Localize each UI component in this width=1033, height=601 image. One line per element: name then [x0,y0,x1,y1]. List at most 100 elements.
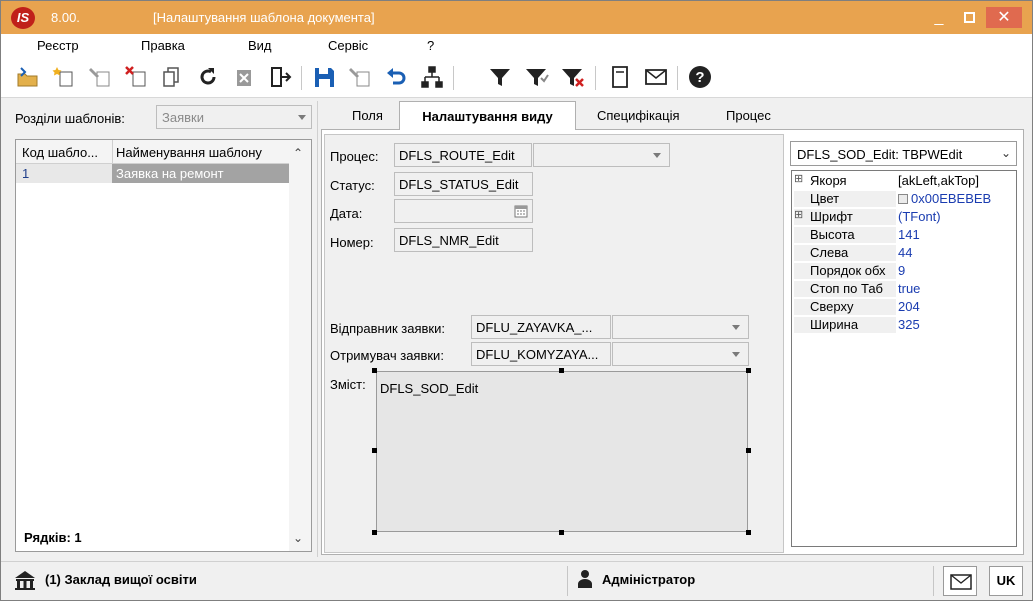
status-field[interactable]: DFLS_STATUS_Edit [394,172,533,196]
resize-handle[interactable] [372,448,377,453]
menu-edit[interactable]: Правка [141,38,185,53]
property-value-text: [akLeft,akTop] [898,173,979,188]
property-row[interactable]: Ширина 325 [792,315,1016,333]
resize-handle[interactable] [372,368,377,373]
column-code[interactable]: Код шабло... [22,145,98,160]
title-bar[interactable]: IS 8.00. [Налаштування шаблона документа… [1,1,1032,34]
property-value-text: 141 [898,227,920,242]
number-field[interactable]: DFLS_NMR_Edit [394,228,533,252]
document-icon[interactable] [607,64,633,90]
app-window: IS 8.00. [Налаштування шаблона документа… [0,0,1033,601]
property-row[interactable]: Высота 141 [792,225,1016,243]
property-value[interactable]: 141 [898,227,920,242]
process-field[interactable]: DFLS_ROUTE_Edit [394,143,532,167]
property-name: Порядок обх [794,263,896,279]
tab-fields[interactable]: Поля [352,108,383,123]
sections-combo[interactable]: Заявки [156,105,312,129]
sender-dropdown[interactable] [612,315,749,339]
menu-bar: Реєстр Правка Вид Сервіс ? [1,34,1032,58]
filter-icon[interactable] [487,64,513,90]
property-row[interactable]: Цвет 0x00EBEBEB [792,189,1016,207]
open-folder-icon[interactable] [15,64,41,90]
mail-icon[interactable] [643,64,669,90]
new-item-icon[interactable] [51,64,77,90]
property-row[interactable]: Сверху 204 [792,297,1016,315]
property-value[interactable]: 204 [898,299,920,314]
resize-handle[interactable] [746,368,751,373]
property-row[interactable]: Слева 44 [792,243,1016,261]
copy-icon[interactable] [159,64,185,90]
chevron-down-icon [298,115,306,120]
property-inspector[interactable]: Якоря ⊞ [akLeft,akTop] Цвет 0x00EBEBEB Шрифт ⊞… [791,170,1017,547]
receiver-field[interactable]: DFLU_KOMYZAYA... [471,342,611,366]
menu-view[interactable]: Вид [248,38,272,53]
column-name[interactable]: Найменування шаблону [116,145,262,160]
expand-icon[interactable]: ⊞ [794,208,803,221]
clear-icon[interactable] [231,64,257,90]
property-row[interactable]: Шрифт ⊞ (TFont) [792,207,1016,225]
content-label: Зміст: [330,377,366,392]
undo-icon[interactable] [383,64,409,90]
resize-handle[interactable] [372,530,377,535]
property-value[interactable]: 0x00EBEBEB [898,191,991,206]
resize-handle[interactable] [559,530,564,535]
tab-specification[interactable]: Специфікація [597,108,680,123]
content-memo[interactable]: DFLS_SOD_Edit [376,371,748,532]
process-dropdown[interactable] [533,143,670,167]
sender-field[interactable]: DFLU_ZAYAVKA_... [471,315,611,339]
table-row[interactable]: 1 Заявка на ремонт [16,164,289,183]
column-divider[interactable] [112,140,113,164]
tree-icon[interactable] [419,64,445,90]
property-row[interactable]: Якоря ⊞ [akLeft,akTop] [792,171,1016,189]
exit-icon[interactable] [267,64,293,90]
templates-grid[interactable]: Код шабло... Найменування шаблону 1 Заяв… [15,139,312,552]
vertical-scrollbar[interactable]: ⌃ ⌄ [289,140,311,551]
resize-handle[interactable] [559,368,564,373]
resize-handle[interactable] [746,448,751,453]
filter-set-icon[interactable] [523,64,549,90]
panel-splitter[interactable] [317,101,318,557]
cell-code[interactable]: 1 [16,164,112,183]
date-field[interactable] [394,199,533,223]
menu-help[interactable]: ? [427,38,434,53]
edit-icon[interactable] [347,64,373,90]
status-bar: (1) Заклад вищої освіти Адміністратор UK [1,561,1032,600]
edit-item-icon[interactable] [87,64,113,90]
property-row[interactable]: Порядок обх 9 [792,261,1016,279]
menu-service[interactable]: Сервіс [328,38,368,53]
save-icon[interactable] [311,64,337,90]
calendar-icon[interactable] [514,204,528,218]
refresh-icon[interactable] [195,64,221,90]
delete-item-icon[interactable] [123,64,149,90]
property-name: Сверху [794,299,896,315]
resize-handle[interactable] [746,530,751,535]
scroll-up-icon[interactable]: ⌃ [293,146,303,160]
maximize-button[interactable] [956,7,982,28]
app-logo: IS [11,7,35,29]
grid-header: Код шабло... Найменування шаблону [16,140,289,164]
scroll-down-icon[interactable]: ⌄ [293,531,303,545]
help-icon[interactable]: ? [687,64,713,90]
filter-clear-icon[interactable] [559,64,585,90]
property-value[interactable]: 44 [898,245,912,260]
toolbar-separator [301,66,302,90]
minimize-button[interactable]: _ [926,7,952,28]
language-button[interactable]: UK [989,566,1023,596]
property-value[interactable]: [akLeft,akTop] [898,173,979,188]
expand-icon[interactable]: ⊞ [794,172,803,185]
component-name: DFLS_SOD_Edit: TBPWEdit [797,147,963,162]
property-value[interactable]: 9 [898,263,905,278]
date-label: Дата: [330,206,363,221]
menu-registry[interactable]: Реєстр [37,38,79,53]
property-row[interactable]: Стоп по Таб true [792,279,1016,297]
close-button[interactable]: ✕ [986,7,1022,28]
property-value[interactable]: true [898,281,920,296]
tab-view-settings[interactable]: Налаштування виду [399,101,576,130]
cell-name[interactable]: Заявка на ремонт [112,164,289,183]
receiver-dropdown[interactable] [612,342,749,366]
property-value[interactable]: (TFont) [898,209,941,224]
component-selector[interactable]: DFLS_SOD_Edit: TBPWEdit ⌄ [790,141,1017,166]
property-value[interactable]: 325 [898,317,920,332]
messages-button[interactable] [943,566,977,596]
tab-process[interactable]: Процес [726,108,771,123]
